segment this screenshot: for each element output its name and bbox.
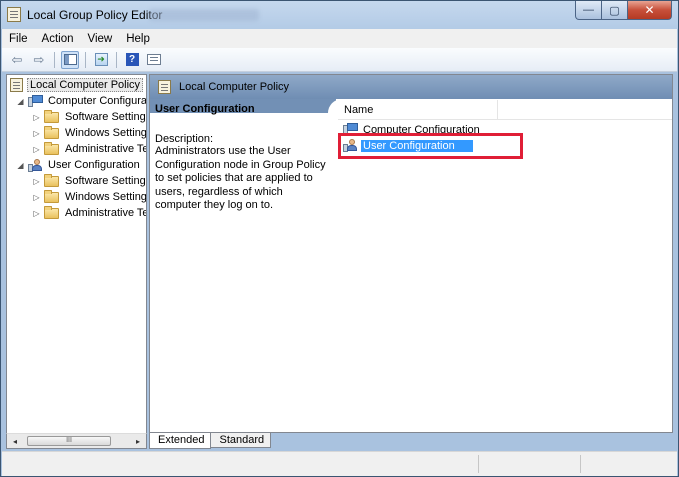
help-icon: ? (125, 53, 139, 66)
tree-item-label: Computer Configura (48, 95, 147, 107)
status-separator (478, 455, 479, 473)
user-icon (28, 158, 43, 172)
policy-app-icon (7, 7, 21, 22)
expand-arrow-icon[interactable]: ▷ (32, 177, 41, 186)
folder-icon (44, 141, 59, 155)
menu-view[interactable]: View (81, 33, 120, 45)
list-column-header: Name (338, 100, 672, 120)
details-pane: Local Computer Policy User Configuration… (149, 74, 673, 433)
properties-button[interactable] (145, 51, 163, 69)
toolbar-separator (85, 51, 86, 68)
toolbar-separator (54, 51, 55, 68)
export-list-icon: ➜ (94, 53, 108, 66)
tree-item-computer-windows-settings[interactable]: ▷ Windows Setting (32, 125, 147, 141)
collapse-arrow-icon[interactable]: ◢ (16, 97, 25, 106)
tree-item-label: Local Computer Policy (27, 78, 144, 92)
tree-item-local-computer-policy[interactable]: Local Computer Policy (10, 77, 144, 93)
tree-item-computer-software-settings[interactable]: ▷ Software Settings (32, 109, 147, 125)
maximize-button[interactable]: ▢ (602, 1, 628, 20)
list-item-user-configuration[interactable]: User Configuration (343, 138, 473, 153)
tree-item-label: User Configuration (48, 159, 140, 171)
menu-help[interactable]: Help (119, 33, 157, 45)
console-tree[interactable]: Local Computer Policy ◢ Computer Configu… (6, 74, 147, 449)
tree-item-label: Windows Setting (65, 191, 147, 203)
list-item-computer-configuration[interactable]: Computer Configuration (343, 122, 482, 137)
tree-item-user-configuration[interactable]: ◢ User Configuration (16, 157, 142, 173)
menu-action[interactable]: Action (35, 33, 81, 45)
tree-item-user-administrative-templates[interactable]: ▷ Administrative Te (32, 205, 147, 221)
tree-item-label: Software Settings (65, 111, 147, 123)
toolbar: ⇦ ⇨ ➜ ? (2, 48, 677, 72)
arrow-right-icon: ⇨ (33, 51, 45, 67)
status-bar (2, 451, 677, 476)
tab-standard[interactable]: Standard (211, 432, 272, 448)
folder-icon (44, 189, 59, 203)
tree-item-computer-administrative-templates[interactable]: ▷ Administrative Te (32, 141, 147, 157)
window-controls: — ▢ ✕ (575, 1, 672, 21)
tab-extended[interactable]: Extended (149, 433, 212, 449)
scrollbar-thumb[interactable]: III (27, 436, 111, 446)
tree-item-label: Windows Setting (65, 127, 147, 139)
list-item-label: User Configuration (361, 139, 473, 152)
scroll-left-icon[interactable]: ◂ (7, 434, 23, 448)
policy-icon (158, 80, 171, 94)
window-title: Local Group Policy Editor (27, 8, 163, 22)
description-panel: User Configuration Description: Administ… (155, 103, 327, 213)
expand-arrow-icon[interactable]: ▷ (32, 113, 41, 122)
collapse-arrow-icon[interactable]: ◢ (16, 161, 25, 170)
expand-arrow-icon[interactable]: ▷ (32, 129, 41, 138)
expand-arrow-icon[interactable]: ▷ (32, 209, 41, 218)
tree-item-label: Administrative Te (65, 207, 147, 219)
expand-arrow-icon[interactable]: ▷ (32, 193, 41, 202)
show-hide-tree-button[interactable] (61, 50, 79, 69)
tree-item-computer-configuration[interactable]: ◢ Computer Configura (16, 93, 147, 109)
column-header-name[interactable]: Name (338, 100, 498, 120)
tree-item-label: Administrative Te (65, 143, 147, 155)
tree-item-user-software-settings[interactable]: ▷ Software Settings (32, 173, 147, 189)
title-bar[interactable]: Local Group Policy Editor — ▢ ✕ (1, 1, 678, 29)
tree-horizontal-scrollbar[interactable]: ◂ III ▸ (6, 433, 147, 449)
properties-icon (147, 54, 161, 65)
help-button[interactable]: ? (123, 51, 141, 69)
menu-bar: File Action View Help (2, 29, 677, 48)
user-icon (343, 139, 358, 152)
export-list-button[interactable]: ➜ (92, 51, 110, 69)
console-tree-icon (63, 54, 77, 65)
forward-button[interactable]: ⇨ (30, 51, 48, 69)
view-tabs: Extended Standard (149, 432, 272, 450)
computer-icon (343, 123, 358, 136)
arrow-left-icon: ⇦ (11, 51, 23, 67)
close-button[interactable]: ✕ (628, 1, 672, 20)
computer-icon (28, 94, 43, 108)
folder-icon (44, 125, 59, 139)
status-separator (580, 455, 581, 473)
folder-icon (44, 109, 59, 123)
tree-item-label: Software Settings (65, 175, 147, 187)
tree-item-user-windows-settings[interactable]: ▷ Windows Setting (32, 189, 147, 205)
description-text: Administrators use the User Configuratio… (155, 145, 326, 211)
minimize-button[interactable]: — (575, 1, 602, 20)
expand-arrow-icon[interactable]: ▷ (32, 145, 41, 154)
list-item-label: Computer Configuration (363, 123, 480, 136)
description-title: User Configuration (155, 103, 255, 115)
item-list[interactable]: Name Computer Configuration User Configu… (338, 99, 672, 432)
folder-icon (44, 205, 59, 219)
app-window: Local Group Policy Editor — ▢ ✕ File Act… (0, 0, 679, 477)
details-header-title: Local Computer Policy (179, 81, 290, 93)
toolbar-separator (116, 51, 117, 68)
folder-icon (44, 173, 59, 187)
description-label: Description: (155, 133, 214, 145)
scroll-right-icon[interactable]: ▸ (130, 434, 146, 448)
policy-icon (10, 78, 23, 92)
details-header: Local Computer Policy (150, 75, 672, 99)
menu-file[interactable]: File (2, 33, 35, 45)
blurred-title-area (149, 9, 259, 21)
back-button[interactable]: ⇦ (8, 51, 26, 69)
